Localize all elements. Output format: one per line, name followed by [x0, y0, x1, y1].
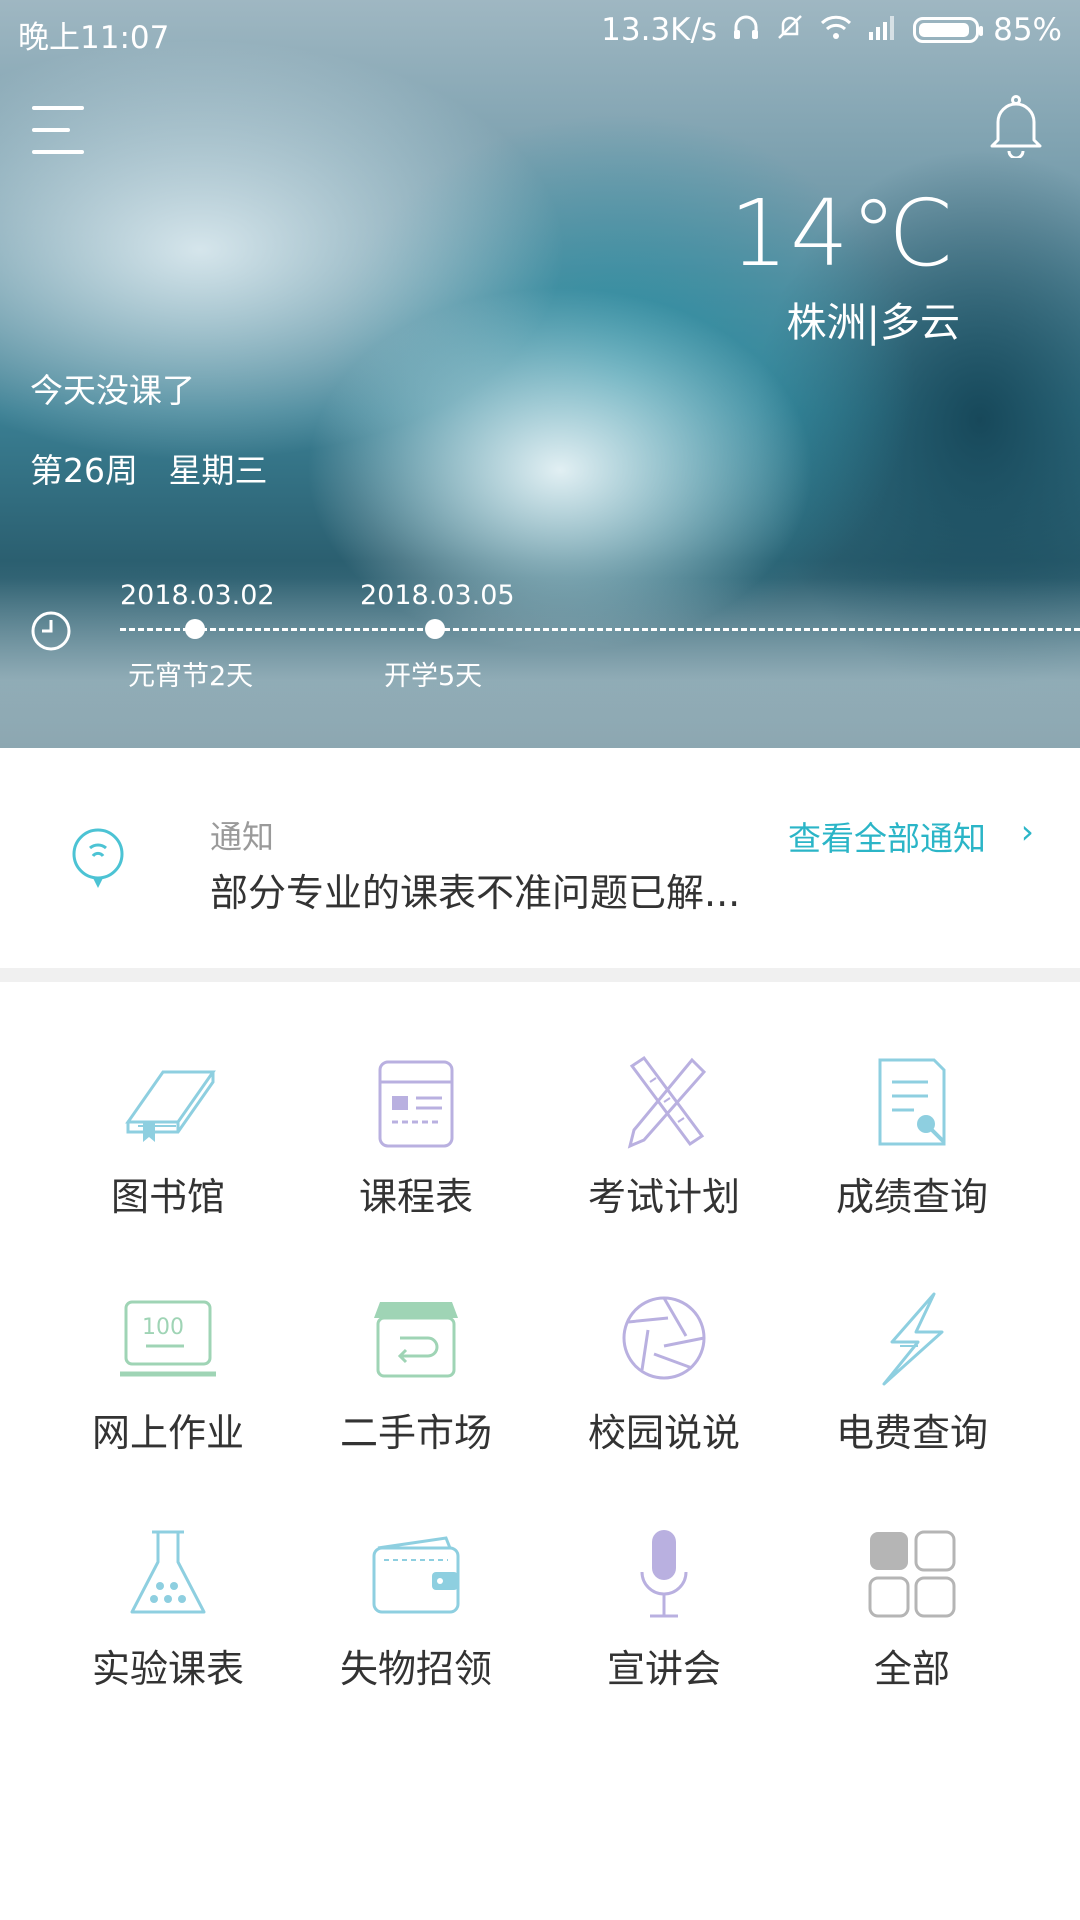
app-timetable[interactable]: 课程表 [292, 1000, 540, 1219]
app-label: 电费查询 [835, 1411, 988, 1455]
app-library[interactable]: 图书馆 [44, 1000, 292, 1219]
section-divider [0, 968, 1080, 982]
balloon-icon [68, 826, 128, 896]
app-label: 图书馆 [110, 1175, 225, 1219]
app-label: 课程表 [358, 1175, 473, 1219]
timeline-line [120, 628, 1080, 631]
document-search-icon [878, 1058, 946, 1146]
svg-text:100: 100 [142, 1315, 184, 1340]
view-all-notices-link[interactable]: 查看全部通知 [788, 812, 986, 860]
signal-icon [867, 12, 899, 48]
app-label: 失物招领 [339, 1647, 492, 1691]
microphone-icon [640, 1530, 688, 1618]
app-label: 二手市场 [339, 1411, 492, 1455]
weather-location: 株洲|多云 [786, 300, 960, 346]
shop-icon [374, 1302, 458, 1378]
timeline-dot [185, 619, 205, 639]
notice-text[interactable]: 部分专业的课表不准问题已解... [210, 862, 800, 917]
wallet-icon [372, 1536, 460, 1614]
temperature: 14℃ [729, 180, 956, 287]
timeline-event-label: 元宵节2天 [128, 661, 254, 692]
app-label: 成绩查询 [835, 1175, 988, 1219]
app-lost-and-found[interactable]: 失物招领 [292, 1472, 540, 1691]
lightning-icon [882, 1292, 944, 1386]
net-speed: 13.3K/s [601, 12, 718, 48]
timeline-event-label: 开学5天 [384, 661, 483, 692]
app-grades[interactable]: 成绩查询 [788, 1000, 1036, 1219]
app-lab-schedule[interactable]: 实验课表 [44, 1472, 292, 1691]
menu-icon[interactable] [32, 102, 84, 158]
clock-icon [30, 610, 72, 652]
timeline-date: 2018.03.02 [120, 580, 275, 611]
timeline-date: 2018.03.05 [360, 580, 515, 611]
wifi-icon [819, 12, 853, 48]
week-number: 第26周 [30, 451, 138, 490]
headset-icon [731, 12, 761, 48]
timetable-icon [378, 1060, 454, 1148]
status-time: 晚上11:07 [18, 20, 170, 56]
app-electricity-query[interactable]: 电费查询 [788, 1236, 1036, 1455]
bell-icon[interactable] [988, 94, 1044, 160]
timeline-dot [425, 619, 445, 639]
battery-percent: 85% [993, 12, 1062, 48]
app-job-fair[interactable]: 宣讲会 [540, 1472, 788, 1691]
no-class-text: 今天没课了 [30, 371, 195, 410]
flask-icon [130, 1530, 206, 1614]
app-label: 实验课表 [91, 1647, 244, 1691]
grid-icon [868, 1530, 956, 1618]
status-right: 13.3K/s 85% [601, 12, 1062, 48]
laptop-icon: 100 [120, 1300, 216, 1377]
app-label: 全部 [873, 1647, 950, 1691]
status-bar: 晚上11:07 13.3K/s 85% [0, 0, 1080, 60]
app-label: 网上作业 [91, 1411, 244, 1455]
app-second-hand-market[interactable]: 二手市场 [292, 1236, 540, 1455]
week-info: 第26周 星期三 [30, 444, 268, 492]
chevron-right-icon[interactable]: › [1021, 812, 1034, 851]
app-label: 宣讲会 [606, 1647, 721, 1691]
book-icon [125, 1070, 216, 1142]
battery-icon [913, 17, 984, 43]
app-exam-plan[interactable]: 考试计划 [540, 1000, 788, 1219]
ruler-pencil-icon [627, 1055, 707, 1149]
app-online-homework[interactable]: 100 网上作业 [44, 1236, 292, 1455]
weekday: 星期三 [168, 451, 268, 490]
app-label: 校园说说 [587, 1411, 740, 1455]
mute-icon [775, 12, 805, 48]
app-label: 考试计划 [587, 1175, 740, 1219]
app-campus-talk[interactable]: 校园说说 [540, 1236, 788, 1455]
notice-label: 通知 [210, 818, 275, 856]
app-all[interactable]: 全部 [788, 1472, 1036, 1691]
aperture-icon [622, 1296, 706, 1380]
